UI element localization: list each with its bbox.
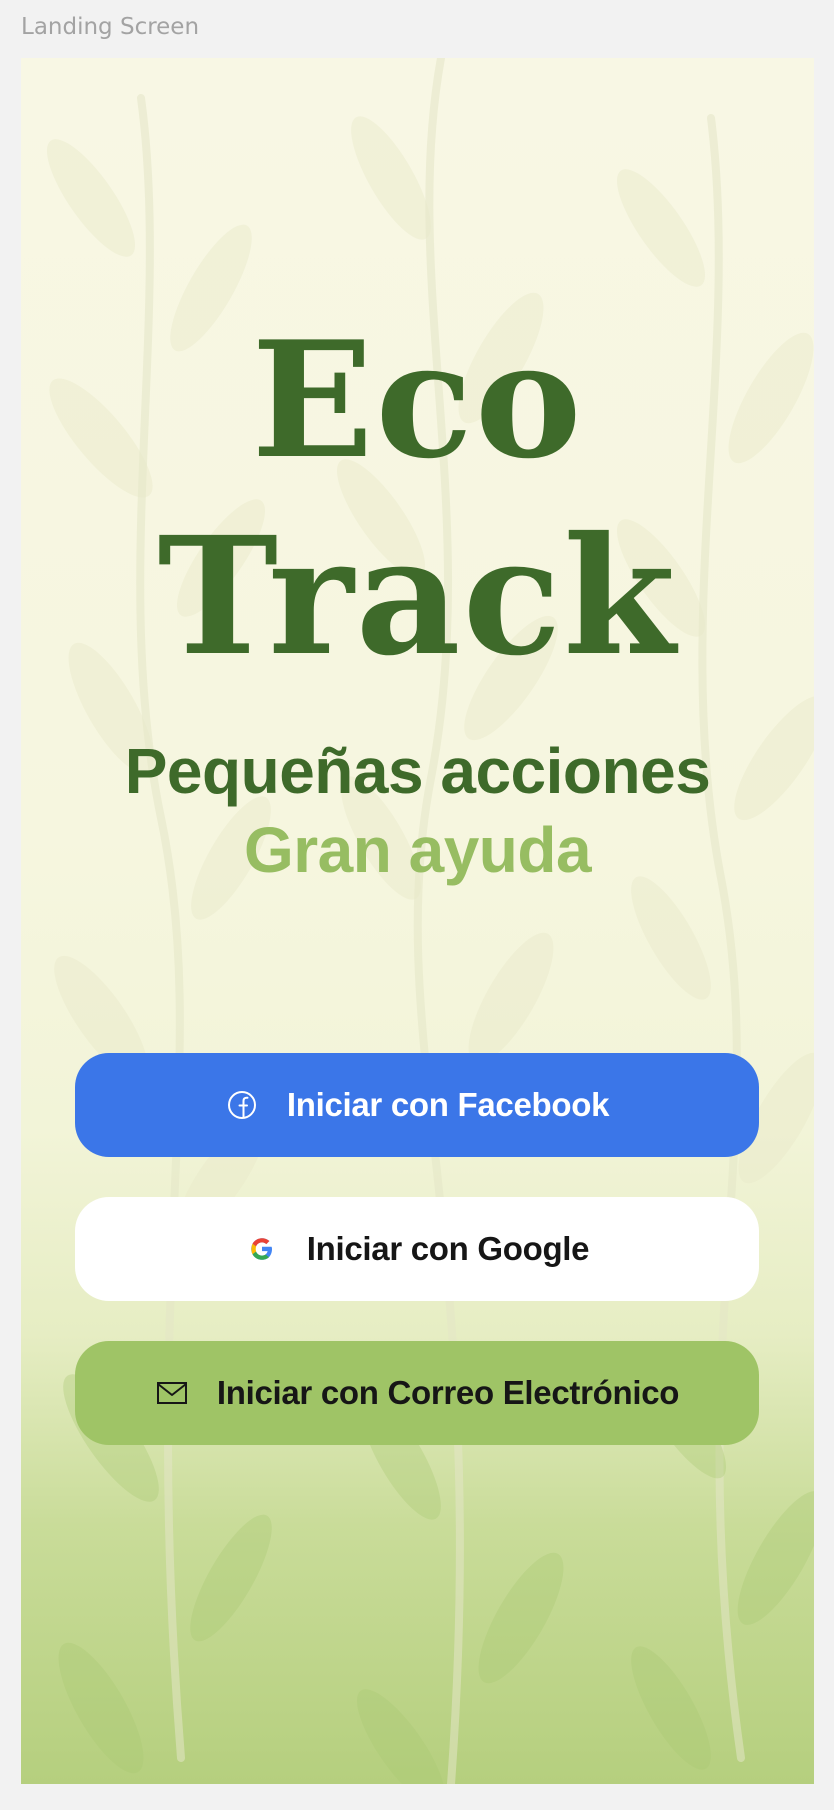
brand-title-track: Track [157,502,678,692]
tagline-secondary: Gran ayuda [243,814,592,886]
facebook-login-label: Iniciar con Facebook [286,1086,610,1123]
google-login-label: Iniciar con Google [306,1230,590,1267]
google-icon [245,1232,279,1266]
brand-title-eco: Eco [251,306,584,494]
mail-icon [155,1376,189,1410]
frame-label: Landing Screen [21,14,200,40]
facebook-icon [225,1088,259,1122]
email-login-label: Iniciar con Correo Electrónico [216,1374,680,1411]
email-login-button[interactable]: Iniciar con Correo Electrónico [75,1341,759,1445]
landing-screen: Eco Track Pequeñas acciones Gran ayuda I… [21,58,814,1784]
tagline-primary: Pequeñas acciones [124,735,711,807]
google-login-button[interactable]: Iniciar con Google [75,1197,759,1301]
facebook-login-button[interactable]: Iniciar con Facebook [75,1053,759,1157]
